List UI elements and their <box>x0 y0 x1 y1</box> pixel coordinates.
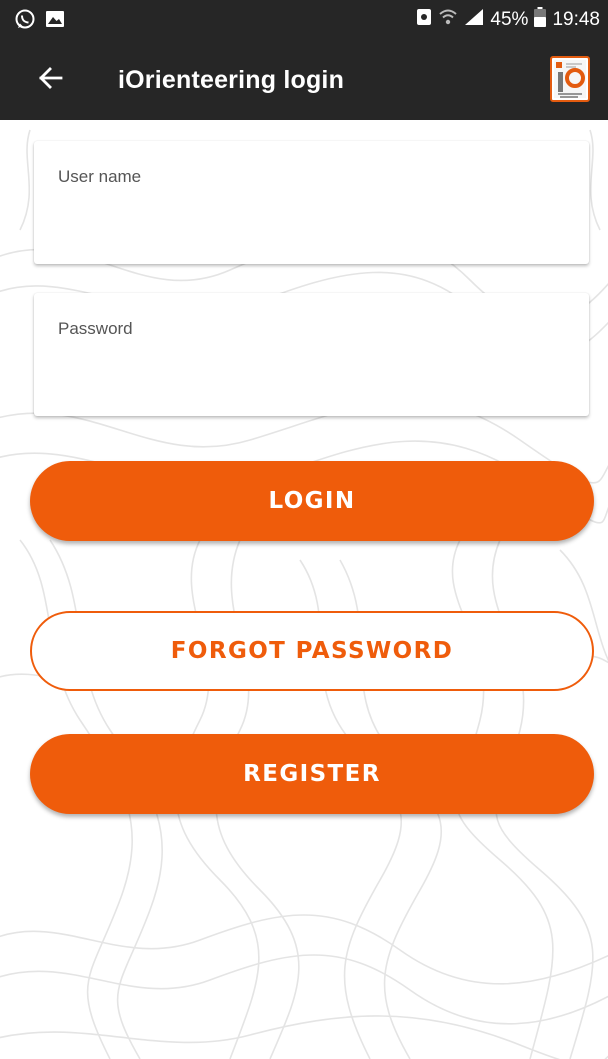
page-title: iOrienteering login <box>118 66 345 94</box>
password-field[interactable]: Password <box>34 293 589 416</box>
image-icon <box>44 8 66 35</box>
password-label: Password <box>58 319 133 338</box>
clock: 19:48 <box>552 9 600 30</box>
wifi-icon <box>438 8 458 32</box>
status-left-icons <box>14 8 66 35</box>
register-button[interactable]: REGISTER <box>30 734 594 814</box>
main-content: User name Password LOGIN FORGOT PASSWORD… <box>0 120 608 1059</box>
status-right-icons: 45% 19:48 <box>416 0 600 40</box>
battery-icon <box>534 7 547 33</box>
username-input[interactable] <box>58 197 558 237</box>
whatsapp-icon <box>14 8 36 35</box>
notification-icon <box>416 8 432 32</box>
arrow-left-icon <box>37 65 63 96</box>
login-button[interactable]: LOGIN <box>30 461 594 541</box>
signal-icon <box>464 8 484 32</box>
username-field[interactable]: User name <box>34 141 589 264</box>
password-input[interactable] <box>58 349 558 389</box>
status-bar: 45% 19:48 <box>0 0 608 40</box>
app-bar: iOrienteering login <box>0 40 608 120</box>
forgot-password-button[interactable]: FORGOT PASSWORD <box>30 611 594 691</box>
back-button[interactable] <box>30 60 70 100</box>
battery-percentage: 45% <box>490 9 529 30</box>
username-label: User name <box>58 167 142 186</box>
app-logo-icon <box>550 56 590 102</box>
